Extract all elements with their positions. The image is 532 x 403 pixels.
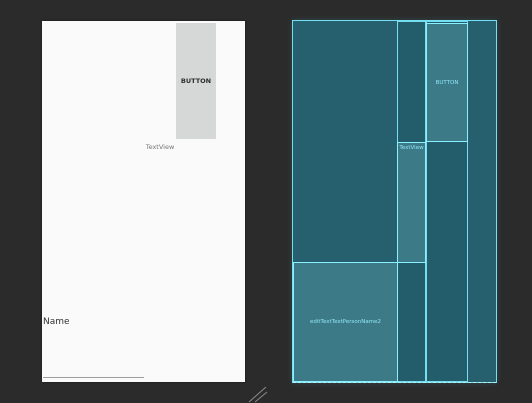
edittext-underline [43,377,144,378]
blueprint-surface[interactable]: BUTTON TextView editTextTextPersonName2 [292,20,497,383]
design-edittext-name[interactable]: Name [43,316,145,383]
design-textview[interactable]: TextView [140,142,180,152]
blueprint-bottom-guide [293,382,496,383]
design-surface[interactable]: BUTTON TextView Name [42,21,245,382]
blueprint-edittext[interactable]: editTextTextPersonName2 [293,262,398,382]
design-button[interactable]: BUTTON [176,23,216,139]
blueprint-button[interactable]: BUTTON [426,23,468,142]
blueprint-textview[interactable]: TextView [397,142,426,263]
diagonal-resize-icon[interactable] [246,386,268,403]
